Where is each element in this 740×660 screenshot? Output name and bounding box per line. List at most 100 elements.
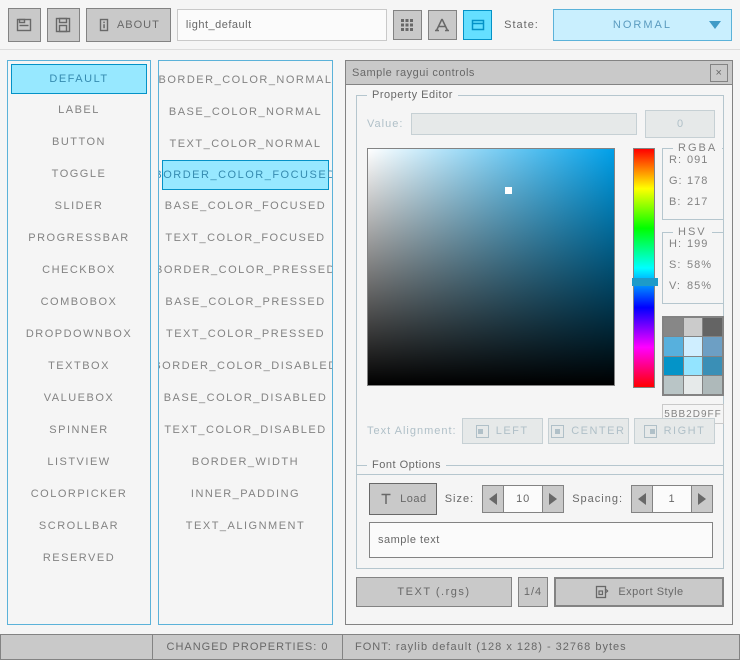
controls-list-item-default[interactable]: DEFAULT — [11, 64, 147, 94]
font-size-decrease-button[interactable] — [482, 485, 504, 513]
properties-list-item-inner_padding[interactable]: INNER_PADDING — [161, 478, 330, 510]
palette-swatch-8[interactable] — [703, 357, 722, 375]
hsv-row-v: V:85% — [663, 275, 723, 296]
font-spacing-decrease-button[interactable] — [631, 485, 653, 513]
style-name-input[interactable]: light_default — [177, 9, 387, 41]
font-spacing-spinner[interactable]: 1 — [631, 485, 713, 513]
controls-list-item-label: RESERVED — [43, 552, 115, 564]
controls-list-item-listview[interactable]: LISTVIEW — [10, 446, 148, 478]
align-left-icon — [476, 425, 489, 438]
controls-list-item-toggle[interactable]: TOGGLE — [10, 158, 148, 190]
palette-swatch-0[interactable] — [664, 318, 683, 336]
palette-swatch-2[interactable] — [703, 318, 722, 336]
palette-swatch-4[interactable] — [684, 337, 703, 355]
controls-grid-button[interactable] — [393, 10, 422, 40]
sample-text-input[interactable]: sample text — [369, 522, 713, 558]
hue-selector[interactable] — [632, 278, 658, 286]
properties-list-item-label: BASE_COLOR_FOCUSED — [165, 200, 326, 212]
properties-list-item-text_color_pressed[interactable]: TEXT_COLOR_PRESSED — [161, 318, 330, 350]
controls-list-item-colorpicker[interactable]: COLORPICKER — [10, 478, 148, 510]
controls-list-item-label: LABEL — [58, 104, 100, 116]
rgba-rows: R:091G:178B:217 — [663, 149, 723, 212]
state-dropdown[interactable]: NORMAL — [553, 9, 732, 41]
controls-list-item-scrollbar[interactable]: SCROLLBAR — [10, 510, 148, 542]
save-style-button[interactable] — [47, 8, 80, 42]
font-size-increase-button[interactable] — [542, 485, 564, 513]
properties-list-item-border_color_pressed[interactable]: BORDER_COLOR_PRESSED — [161, 254, 330, 286]
properties-list-item-label: BASE_COLOR_PRESSED — [165, 296, 325, 308]
properties-list-item-label: TEXT_COLOR_FOCUSED — [165, 232, 325, 244]
font-view-button[interactable] — [428, 10, 457, 40]
controls-list-item-textbox[interactable]: TEXTBOX — [10, 350, 148, 382]
state-label: State: — [504, 19, 539, 31]
controls-list-item-reserved[interactable]: RESERVED — [10, 542, 148, 574]
export-style-button[interactable]: Export Style — [554, 577, 724, 607]
status-changed-text: CHANGED PROPERTIES: 0 — [167, 641, 329, 653]
controls-list-item-label: SCROLLBAR — [39, 520, 119, 532]
color-picker-hue-bar[interactable] — [633, 148, 655, 388]
controls-list-item-progressbar[interactable]: PROGRESSBAR — [10, 222, 148, 254]
font-size-value[interactable]: 10 — [504, 485, 542, 513]
controls-list-item-button[interactable]: BUTTON — [10, 126, 148, 158]
controls-list-item-label[interactable]: LABEL — [10, 94, 148, 126]
color-picker-saturation-value[interactable] — [367, 148, 615, 386]
align-left-button[interactable]: LEFT — [462, 418, 543, 444]
window-view-button[interactable] — [463, 10, 492, 40]
properties-list-item-base_color_normal[interactable]: BASE_COLOR_NORMAL — [161, 96, 330, 128]
properties-list-item-border_width[interactable]: BORDER_WIDTH — [161, 446, 330, 478]
controls-list-item-spinner[interactable]: SPINNER — [10, 414, 148, 446]
color-picker — [367, 148, 615, 386]
palette-swatch-1[interactable] — [684, 318, 703, 336]
properties-list-item-base_color_pressed[interactable]: BASE_COLOR_PRESSED — [161, 286, 330, 318]
properties-list-item-border_color_normal[interactable]: BORDER_COLOR_NORMAL — [161, 64, 330, 96]
palette-swatch-7[interactable] — [684, 357, 703, 375]
status-changed-properties: CHANGED PROPERTIES: 0 — [152, 634, 342, 660]
hsv-row-s: S:58% — [663, 254, 723, 275]
palette-swatch-9[interactable] — [664, 376, 683, 394]
properties-list-item-base_color_disabled[interactable]: BASE_COLOR_DISABLED — [161, 382, 330, 414]
palette-swatch-3[interactable] — [664, 337, 683, 355]
font-size-spinner[interactable]: 10 — [482, 485, 564, 513]
properties-listview[interactable]: BORDER_COLOR_NORMALBASE_COLOR_NORMALTEXT… — [158, 60, 333, 625]
open-style-button[interactable] — [8, 8, 41, 42]
properties-list-item-border_color_disabled[interactable]: BORDER_COLOR_DISABLED — [161, 350, 330, 382]
controls-list-item-valuebox[interactable]: VALUEBOX — [10, 382, 148, 414]
font-spacing-value[interactable]: 1 — [653, 485, 691, 513]
properties-list-item-text_color_disabled[interactable]: TEXT_COLOR_DISABLED — [161, 414, 330, 446]
rgba-value: 091 — [687, 154, 708, 166]
value-number-text: 0 — [677, 118, 683, 130]
about-button[interactable]: ABOUT — [86, 8, 171, 42]
properties-list-item-text_color_focused[interactable]: TEXT_COLOR_FOCUSED — [161, 222, 330, 254]
color-cursor[interactable] — [505, 187, 512, 194]
controls-list-item-slider[interactable]: SLIDER — [10, 190, 148, 222]
align-center-button[interactable]: CENTER — [548, 418, 629, 444]
font-spacing-increase-button[interactable] — [691, 485, 713, 513]
palette-swatch-6[interactable] — [664, 357, 683, 375]
palette-swatch-11[interactable] — [703, 376, 722, 394]
page-indicator[interactable]: 1/4 — [518, 577, 548, 607]
close-icon[interactable]: × — [710, 64, 728, 82]
status-empty-cell — [0, 634, 152, 660]
close-label: × — [716, 68, 723, 79]
hsv-key: S: — [669, 259, 681, 271]
value-input[interactable] — [411, 113, 637, 135]
controls-list-item-combobox[interactable]: COMBOBOX — [10, 286, 148, 318]
controls-list-item-dropdownbox[interactable]: DROPDOWNBOX — [10, 318, 148, 350]
load-font-button[interactable]: Load — [369, 483, 437, 515]
color-palette[interactable] — [662, 316, 724, 396]
properties-list-item-border_color_focused[interactable]: BORDER_COLOR_FOCUSED — [162, 160, 329, 190]
controls-list-item-checkbox[interactable]: CHECKBOX — [10, 254, 148, 286]
palette-swatch-10[interactable] — [684, 376, 703, 394]
font-size-label: Size: — [445, 493, 474, 505]
text-rgs-button[interactable]: TEXT (.rgs) — [356, 577, 512, 607]
properties-list-item-base_color_focused[interactable]: BASE_COLOR_FOCUSED — [161, 190, 330, 222]
controls-listview[interactable]: DEFAULT LABEL BUTTONTOGGLESLIDERPROGRESSBA… — [7, 60, 151, 625]
status-bar: CHANGED PROPERTIES: 0 FONT: raylib defau… — [0, 634, 740, 660]
value-number-box[interactable]: 0 — [645, 110, 715, 138]
properties-list-item-text_color_normal[interactable]: TEXT_COLOR_NORMAL — [161, 128, 330, 160]
properties-list-item-text_alignment[interactable]: TEXT_ALIGNMENT — [161, 510, 330, 542]
controls-list-item-label: DROPDOWNBOX — [26, 328, 132, 340]
align-right-button[interactable]: RIGHT — [634, 418, 715, 444]
property-editor-group: Property Editor Value: 0 RGBA R:09 — [356, 95, 724, 475]
palette-swatch-5[interactable] — [703, 337, 722, 355]
